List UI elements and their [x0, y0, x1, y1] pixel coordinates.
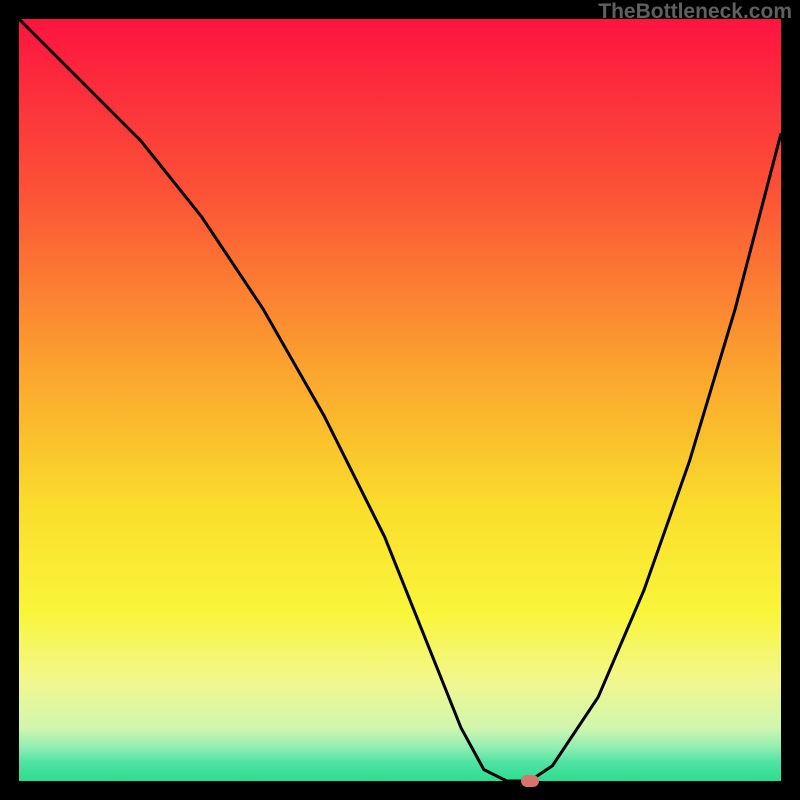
attribution-watermark: TheBottleneck.com [598, 0, 792, 24]
plot-area [19, 19, 781, 781]
heat-gradient-background [19, 19, 781, 781]
chart-frame: TheBottleneck.com [0, 0, 800, 800]
